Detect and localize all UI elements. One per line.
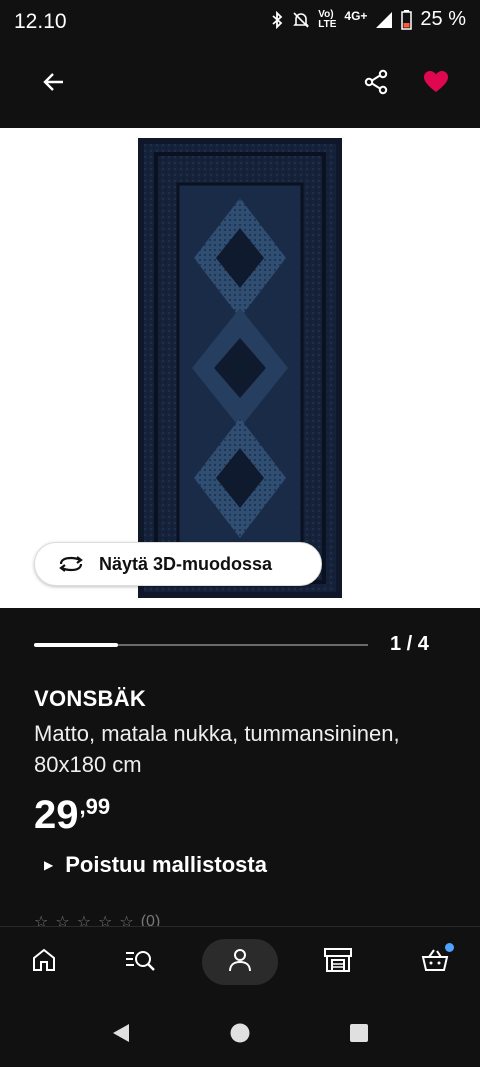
nav-profile[interactable]: [202, 939, 278, 985]
home-circle-icon: [229, 1022, 251, 1049]
home-icon: [31, 947, 57, 978]
bluetooth-icon: [270, 10, 284, 29]
page-indicator: 1 / 4: [390, 633, 429, 655]
nav-cart[interactable]: [414, 939, 458, 985]
heart-icon: [423, 70, 449, 99]
recents-square-icon: [349, 1023, 369, 1048]
clock: 12.10: [14, 10, 67, 33]
network-type: 4G+: [344, 8, 368, 23]
availability-label: Poistuu mallistosta: [65, 852, 267, 877]
volte-icon: Vo) LTE: [318, 8, 337, 30]
nav-search[interactable]: [118, 939, 162, 985]
system-home-button[interactable]: [225, 1020, 255, 1050]
gallery-progress-fill: [34, 643, 118, 647]
mute-icon: [292, 11, 310, 29]
price-decimal: ,99: [79, 794, 111, 819]
view-3d-button[interactable]: Näytä 3D-muodossa: [34, 542, 322, 586]
product-image-gallery[interactable]: Näytä 3D-muodossa: [0, 128, 480, 608]
system-recents-button[interactable]: [344, 1020, 374, 1050]
battery-icon: [401, 9, 413, 30]
share-icon: [363, 69, 389, 100]
app-bar: [0, 46, 480, 128]
price-integer: 29: [34, 793, 79, 837]
product-image: [138, 138, 342, 598]
product-description: Matto, matala nukka, tummansininen, 80x1…: [34, 721, 400, 777]
system-navigation: [0, 1002, 480, 1067]
system-back-button[interactable]: [106, 1020, 136, 1050]
arrow-left-icon: [42, 70, 66, 99]
signal-icon: [375, 11, 393, 29]
product-price: 29 ,99: [34, 792, 110, 838]
status-icons: Vo) LTE 4G+ 25 %: [270, 8, 466, 31]
gallery-progress: [34, 643, 368, 647]
back-button[interactable]: [30, 60, 78, 108]
store-icon: [323, 947, 353, 978]
product-name: VONSBÄK: [34, 686, 147, 711]
cart-badge: [445, 942, 454, 952]
favorite-button[interactable]: [412, 60, 460, 108]
cart-icon: [420, 942, 454, 978]
view-3d-label: Näytä 3D-muodossa: [99, 553, 273, 574]
share-button[interactable]: [352, 60, 400, 108]
search-list-icon: [124, 947, 156, 978]
nav-home[interactable]: [22, 939, 66, 985]
rotate-3d-icon: [57, 555, 85, 573]
bottom-navigation: [0, 926, 480, 1003]
availability-status[interactable]: ▶ Poistuu mallistosta: [44, 852, 267, 878]
back-triangle-icon: [111, 1022, 131, 1049]
caret-right-icon: ▶: [44, 858, 54, 872]
battery-percent: 25 %: [420, 8, 466, 30]
nav-store[interactable]: [316, 939, 360, 985]
status-bar: 12.10 Vo) LTE 4G+ 25 %: [0, 0, 480, 46]
profile-icon: [227, 947, 253, 978]
